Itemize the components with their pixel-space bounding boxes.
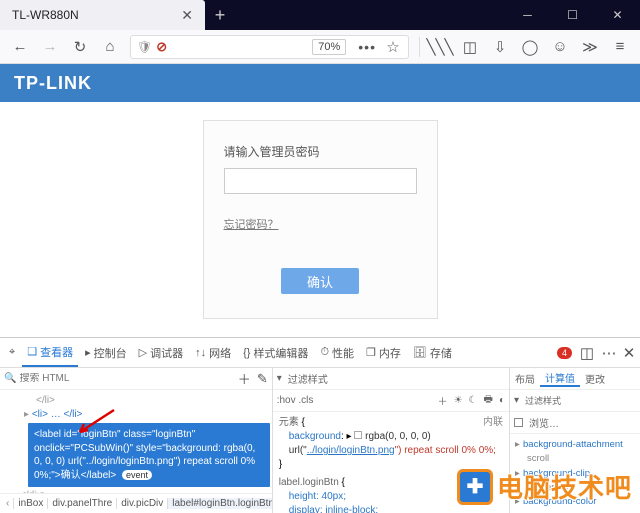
crumb-0[interactable]: inBox — [14, 498, 48, 509]
devtools-computed-pane: 布局 计算值 更改 ▾ 过滤样式 浏览… ▸background-attachm… — [510, 368, 640, 513]
toggle-icon[interactable]: ＋ — [438, 393, 448, 408]
nav-back-button[interactable]: ← — [6, 34, 34, 60]
pocket-icon[interactable]: ⇩ — [486, 34, 514, 60]
devtools-dock-icon[interactable]: ◫ — [578, 340, 596, 366]
login-confirm-button[interactable]: 确认 — [281, 268, 359, 294]
window-minimize-button[interactable]: ─ — [505, 0, 550, 30]
tab-changes[interactable]: 更改 — [580, 371, 610, 386]
html-search[interactable]: 🔍 — [4, 373, 232, 384]
new-tab-button[interactable]: + — [205, 0, 235, 30]
dark-icon[interactable]: ☾ — [469, 395, 478, 406]
menu-icon[interactable]: ≡ — [606, 34, 634, 60]
crumb-2[interactable]: div.picDiv — [117, 498, 168, 509]
filter-icon: ▾ — [514, 395, 519, 406]
window-titlebar: TL-WR880N ✕ + ─ ☐ ✕ — [0, 0, 640, 30]
tab-layout[interactable]: 布局 — [510, 371, 540, 386]
html-add-button[interactable]: ＋ — [238, 369, 251, 388]
devtools-tab-storage[interactable]: 🗄存储 — [408, 338, 457, 367]
login-prompt: 请输入管理员密码 — [224, 143, 417, 160]
brand-logo: TP-LINK — [14, 73, 92, 94]
devtools-tab-debugger[interactable]: ▷调试器 — [134, 338, 188, 367]
forgot-password-link[interactable]: 忘记密码？ — [224, 216, 417, 232]
html-tree[interactable]: </li> ▸ <li> … </li> <label id="loginBtn… — [0, 390, 272, 493]
devtools-tab-memory[interactable]: ❐内存 — [361, 338, 406, 367]
devtools-close-icon[interactable]: ✕ — [622, 340, 636, 366]
nav-reload-button[interactable]: ↻ — [66, 34, 94, 60]
browser-tab-active[interactable]: TL-WR880N ✕ — [0, 0, 205, 30]
html-selected-node[interactable]: <label id="loginBtn" class="loginBtn" on… — [28, 423, 270, 487]
devtools-tab-inspector[interactable]: ❑查看器 — [22, 338, 78, 367]
window-maximize-button[interactable]: ☐ — [550, 0, 595, 30]
devtools-tab-network[interactable]: ↑↓网络 — [190, 338, 236, 367]
login-panel: 请输入管理员密码 忘记密码？ 确认 — [203, 120, 438, 319]
shield-icon: 🛡 — [137, 40, 152, 54]
devtools-tab-console[interactable]: ▸控制台 — [80, 338, 132, 367]
browse-checkbox[interactable] — [514, 418, 523, 427]
account-icon[interactable]: ☺ — [546, 34, 574, 60]
print-icon[interactable]: 🖶 — [484, 392, 493, 409]
filter-icon: ▾ — [277, 373, 282, 384]
tab-title: TL-WR880N — [12, 8, 177, 22]
contrast-icon[interactable]: ◐ — [499, 395, 505, 406]
html-breadcrumb[interactable]: ‹ inBox div.panelThre div.picDiv label#l… — [0, 493, 272, 513]
search-icon: 🔍 — [4, 373, 16, 384]
bookmark-star-icon[interactable]: ☆ — [384, 34, 402, 60]
devtools-picker-button[interactable]: ⌖ — [4, 338, 20, 367]
devtools-tabstrip: ⌖ ❑查看器 ▸控制台 ▷调试器 ↑↓网络 {}样式编辑器 ⏱性能 ❐内存 🗄存… — [0, 338, 640, 368]
nav-forward-button[interactable]: → — [36, 34, 64, 60]
crumb-1[interactable]: div.panelThre — [48, 498, 117, 509]
devtools-tab-performance[interactable]: ⏱性能 — [315, 338, 359, 367]
page-content: TP-LINK 请输入管理员密码 忘记密码？ 确认 — [0, 64, 640, 337]
address-bar[interactable]: 🛡 ⊘ 70% ••• ☆ — [130, 35, 409, 59]
browser-toolbar: ← → ↻ ⌂ 🛡 ⊘ 70% ••• ☆ ╲╲╲ ◫ ⇩ ◯ ☺ ≫ ≡ — [0, 30, 640, 64]
filter-styles-label[interactable]: 过滤样式 — [288, 371, 505, 386]
crumb-3[interactable]: label#loginBtn.loginBtn — [168, 498, 271, 509]
computed-list[interactable]: ▸background-attachment scroll ▸backgroun… — [510, 434, 640, 513]
html-edit-icon[interactable]: ✎ — [257, 371, 268, 387]
devtools-tab-styleeditor[interactable]: {}样式编辑器 — [238, 338, 313, 367]
html-search-input[interactable] — [19, 373, 231, 384]
tab-computed[interactable]: 计算值 — [540, 370, 580, 387]
window-close-button[interactable]: ✕ — [595, 0, 640, 30]
css-rules[interactable]: 元素 内联 { background: ▸ rgba(0, 0, 0, 0) u… — [273, 412, 509, 513]
devtools-rules-pane: ▾ 过滤样式 :hov .cls ＋ ☀ ☾ 🖶 ◐ 元素 内联 { backg… — [273, 368, 510, 513]
library-icon[interactable]: ╲╲╲ — [426, 34, 454, 60]
nav-home-button[interactable]: ⌂ — [96, 34, 124, 60]
light-icon[interactable]: ☀ — [454, 395, 463, 406]
brand-header: TP-LINK — [0, 64, 640, 102]
error-count-badge[interactable]: 4 — [557, 347, 572, 359]
tab-close-icon[interactable]: ✕ — [177, 7, 197, 24]
tracking-blocked-icon: ⊘ — [156, 39, 167, 55]
container-icon[interactable]: ◯ — [516, 34, 544, 60]
devtools-more-icon[interactable]: ⋯ — [602, 340, 616, 366]
sidebar-icon[interactable]: ◫ — [456, 34, 484, 60]
admin-password-input[interactable] — [224, 168, 417, 194]
page-actions-icon[interactable]: ••• — [354, 39, 380, 55]
extensions-icon[interactable]: ≫ — [576, 34, 604, 60]
devtools-panel: ⌖ ❑查看器 ▸控制台 ▷调试器 ↑↓网络 {}样式编辑器 ⏱性能 ❐内存 🗄存… — [0, 337, 640, 513]
zoom-badge[interactable]: 70% — [312, 39, 346, 55]
devtools-html-pane: 🔍 ＋ ✎ </li> ▸ <li> … </li> <label id="lo… — [0, 368, 273, 513]
event-badge[interactable]: event — [122, 470, 152, 480]
annotation-arrow — [74, 408, 118, 436]
pseudo-selector[interactable]: :hov .cls — [277, 395, 314, 406]
